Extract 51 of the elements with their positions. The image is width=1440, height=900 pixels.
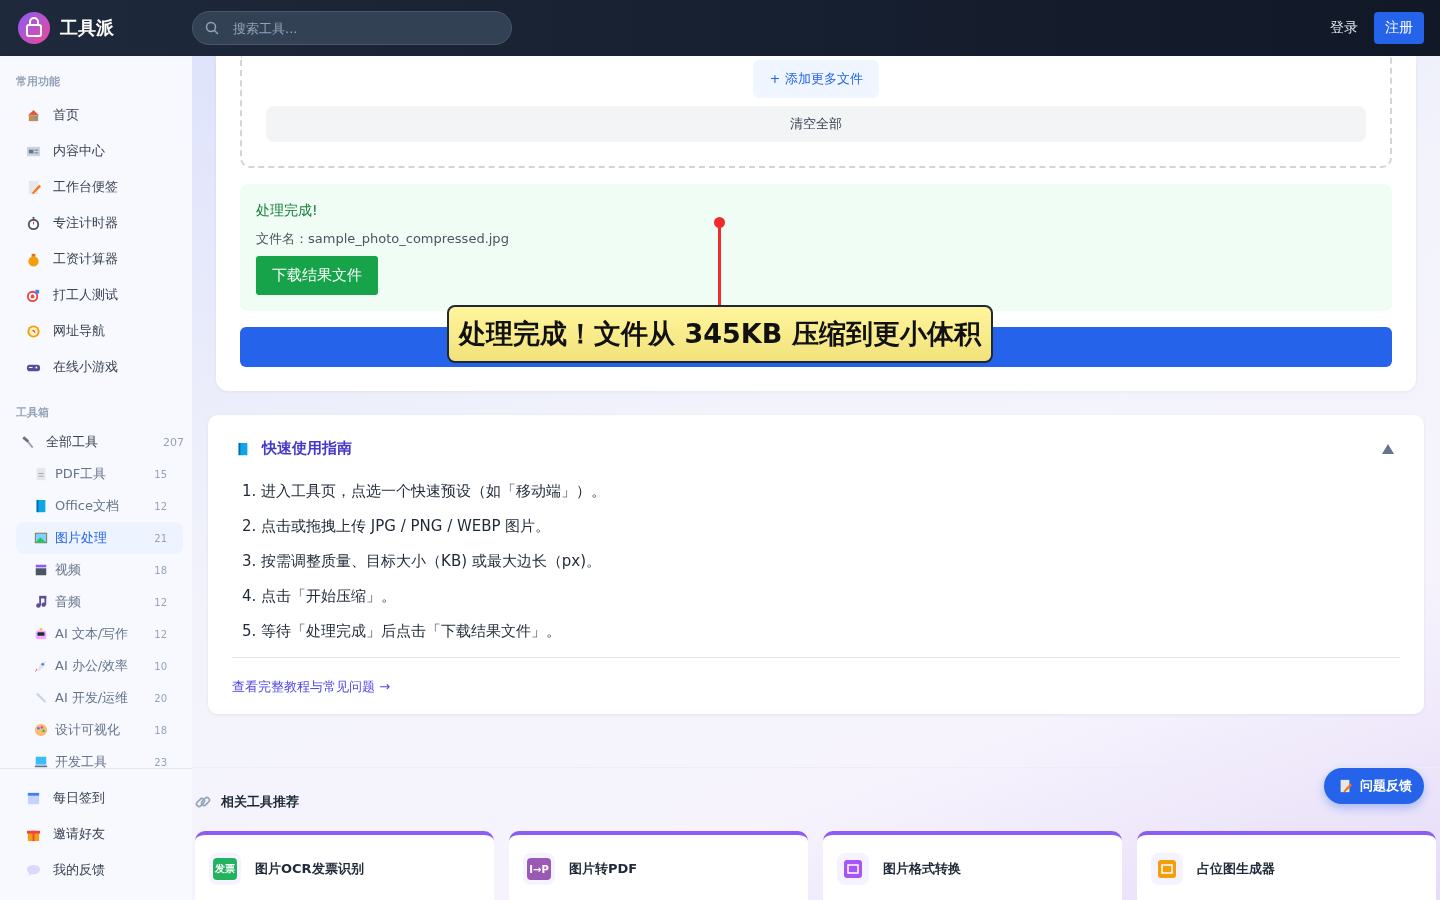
tool-name: 图片转PDF [569, 860, 638, 878]
category-label: AI 办公/效率 [55, 657, 130, 675]
tool-icon: I→P [527, 858, 551, 880]
nav-label: 专注计时器 [53, 214, 118, 232]
nav-label: 我的反馈 [53, 861, 105, 879]
tool-name: 图片OCR发票识别 [255, 860, 364, 878]
result-title: 处理完成! [256, 202, 319, 220]
tool-count: 12 [154, 596, 167, 608]
tool-count: 207 [163, 435, 184, 449]
tool-count: 15 [154, 468, 167, 480]
tool-name: 占位图生成器 [1197, 860, 1275, 878]
nav-label: 邀请好友 [53, 825, 105, 843]
guide-step: 3. 按需调整质量、目标大小（KB) 或最大边长（px)。 [232, 544, 1400, 579]
tool-count: 18 [154, 564, 167, 576]
tool-icon: 发票 [213, 858, 237, 880]
section-title: 相关工具推荐 [221, 793, 299, 811]
nav-label: 打工人测试 [53, 286, 118, 304]
guide-step: 2. 点击或拖拽上传 JPG / PNG / WEBP 图片。 [232, 509, 1400, 544]
category-label: 图片处理 [55, 529, 108, 547]
nav-label: 首页 [53, 106, 79, 124]
annotation-tooltip: 处理完成！文件从 345KB 压缩到更小体积 [447, 305, 993, 363]
nav-label: 每日签到 [53, 789, 105, 807]
tool-count: 18 [154, 724, 167, 736]
tool-count: 23 [154, 756, 167, 768]
nav-label: 网址导航 [53, 322, 105, 340]
nav-label: 工作台便签 [53, 178, 118, 196]
guide-title: 快速使用指南 [262, 439, 352, 458]
tool-name: 图片格式转换 [883, 860, 961, 878]
guide-step: 1. 进入工具页，点选一个快速预设（如「移动端」）。 [232, 474, 1400, 509]
nav-label: 工资计算器 [53, 250, 118, 268]
category-label: AI 文本/写作 [55, 625, 130, 643]
guide-step: 5. 等待「处理完成」后点击「下载结果文件」。 [232, 614, 1400, 649]
section-title: 工具箱 [16, 405, 50, 420]
tool-count: 10 [154, 660, 167, 672]
tool-count: 12 [154, 500, 167, 512]
tool-count: 12 [154, 628, 167, 640]
file-name: 文件名：sample_photo_compressed.jpg [256, 230, 510, 248]
tool-count: 20 [154, 692, 167, 704]
nav-label: 在线小游戏 [53, 358, 118, 376]
category-label: 音频 [55, 593, 82, 611]
category-label: 开发工具 [55, 753, 108, 768]
category-label: PDF工具 [55, 465, 108, 483]
nav-label: 全部工具 [46, 433, 99, 451]
category-label: AI 开发/运维 [55, 689, 130, 707]
tool-count: 21 [154, 532, 167, 544]
category-label: 设计可视化 [55, 721, 121, 739]
category-label: 视频 [55, 561, 82, 579]
guide-step: 4. 点击「开始压缩」。 [232, 579, 1400, 614]
section-title: 常用功能 [16, 74, 61, 89]
category-label: Office文档 [55, 497, 120, 515]
nav-label: 内容中心 [53, 142, 105, 160]
